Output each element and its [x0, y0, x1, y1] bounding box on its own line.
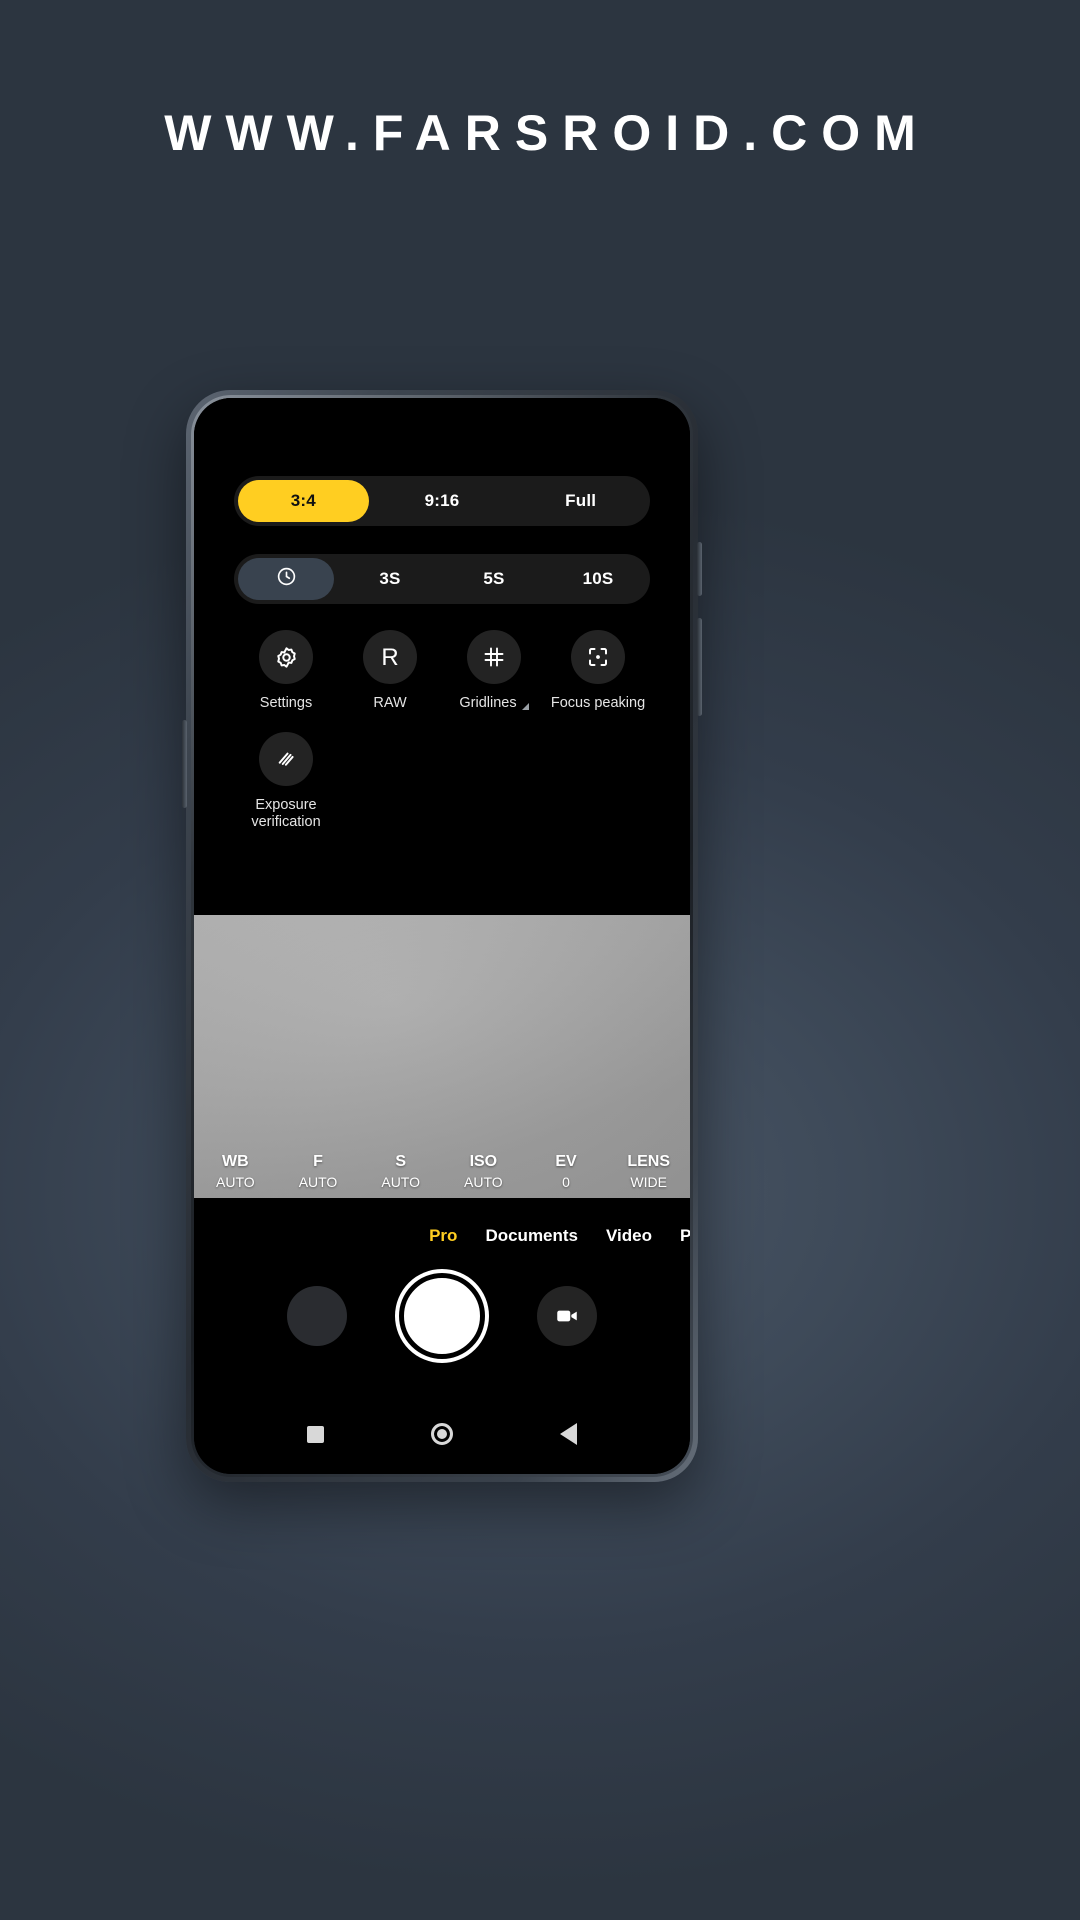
- page-root: WWW.FARSROID.COM 3:4 9:16 Full 3S 5S 10S…: [0, 0, 1080, 1920]
- volume-button-right[interactable]: [697, 618, 702, 716]
- pro-control-f-value: AUTO: [298, 1174, 338, 1190]
- back-triangle-icon[interactable]: [559, 1423, 577, 1445]
- timer-option-10s[interactable]: 10S: [550, 558, 646, 600]
- camera-options-panel: 3:4 9:16 Full 3S 5S 10S Settings R RAW G…: [194, 398, 690, 915]
- aspect-option-full[interactable]: Full: [515, 480, 646, 522]
- shutter-button[interactable]: [399, 1273, 485, 1359]
- pro-control-f-key: F: [313, 1153, 323, 1170]
- pro-control-ev-key: EV: [555, 1153, 577, 1170]
- toggle-raw-label: RAW: [373, 695, 407, 711]
- home-circle-icon[interactable]: [430, 1423, 453, 1445]
- raw-letter-icon: R: [363, 630, 417, 684]
- toggle-gridlines-label-row: Gridlines: [459, 695, 529, 712]
- grid-icon: [467, 630, 521, 684]
- pro-controls-strip: WB AUTO F AUTO S AUTO ISO AUTO EV 0 LENS…: [194, 1153, 690, 1190]
- bottom-control-bar: Pro Documents Video P: [194, 1198, 690, 1474]
- pro-control-lens[interactable]: LENS WIDE: [607, 1153, 690, 1190]
- video-record-button[interactable]: [537, 1286, 597, 1346]
- tab-pro[interactable]: Pro: [429, 1226, 457, 1246]
- toggle-gridlines[interactable]: Gridlines: [442, 630, 546, 712]
- pro-control-ev[interactable]: EV 0: [525, 1153, 608, 1190]
- timer-option-5s[interactable]: 5S: [446, 558, 542, 600]
- toggle-settings[interactable]: Settings: [234, 630, 338, 712]
- recents-square-icon[interactable]: [307, 1425, 325, 1443]
- pro-control-iso[interactable]: ISO AUTO: [442, 1153, 525, 1190]
- timer-option-off[interactable]: [238, 558, 334, 600]
- zebra-stripes-icon: [259, 732, 313, 786]
- gallery-thumbnail[interactable]: [287, 1286, 347, 1346]
- toggle-grid: Settings R RAW Gridlines Focus peaking E…: [234, 630, 650, 851]
- pro-control-lens-key: LENS: [627, 1153, 671, 1170]
- aspect-option-3-4[interactable]: 3:4: [238, 480, 369, 522]
- pro-control-wb-value: AUTO: [216, 1174, 255, 1190]
- tab-photo-partial[interactable]: P: [680, 1226, 690, 1246]
- pro-control-wb-key: WB: [222, 1153, 249, 1170]
- timer-option-3s[interactable]: 3S: [342, 558, 438, 600]
- camera-preview[interactable]: WB AUTO F AUTO S AUTO ISO AUTO EV 0 LENS…: [194, 915, 690, 1198]
- mode-tab-strip[interactable]: Pro Documents Video P: [194, 1216, 690, 1256]
- power-button-right[interactable]: [697, 542, 702, 596]
- pro-control-ev-value: 0: [562, 1174, 570, 1190]
- toggle-settings-label: Settings: [259, 695, 313, 711]
- pro-control-f[interactable]: F AUTO: [277, 1153, 360, 1190]
- chevron-corner-icon: [521, 703, 529, 710]
- toggle-gridlines-label: Gridlines: [459, 695, 517, 711]
- aspect-option-9-16[interactable]: 9:16: [377, 480, 508, 522]
- svg-text:R: R: [381, 644, 398, 671]
- android-nav-bar: [194, 1412, 690, 1456]
- watermark-text: WWW.FARSROID.COM: [164, 105, 930, 161]
- timer-selector[interactable]: 3S 5S 10S: [234, 554, 650, 604]
- focus-frame-icon: [571, 630, 625, 684]
- volume-button-left[interactable]: [182, 720, 187, 808]
- tab-documents[interactable]: Documents: [485, 1226, 578, 1246]
- toggle-exposure-verification[interactable]: Exposure verification: [234, 732, 338, 831]
- shutter-row: [194, 1273, 690, 1359]
- pro-control-s[interactable]: S AUTO: [359, 1153, 442, 1190]
- toggle-focus-peaking-label: Focus peaking: [550, 695, 646, 711]
- aspect-ratio-selector[interactable]: 3:4 9:16 Full: [234, 476, 650, 526]
- pro-control-lens-value: WIDE: [630, 1174, 667, 1190]
- pro-control-iso-value: AUTO: [464, 1174, 503, 1190]
- toggle-raw[interactable]: R RAW: [338, 630, 442, 712]
- toggle-exposure-verification-label: Exposure verification: [251, 797, 321, 830]
- pro-control-iso-key: ISO: [469, 1153, 498, 1170]
- phone-bezel: 3:4 9:16 Full 3S 5S 10S Settings R RAW G…: [191, 395, 693, 1477]
- video-camera-icon: [557, 1310, 577, 1322]
- pro-control-s-value: AUTO: [381, 1174, 420, 1190]
- clock-icon: [276, 566, 297, 592]
- phone-device-frame: 3:4 9:16 Full 3S 5S 10S Settings R RAW G…: [182, 390, 702, 1482]
- tab-video[interactable]: Video: [606, 1226, 652, 1246]
- pro-control-s-key: S: [395, 1153, 407, 1170]
- pro-control-wb[interactable]: WB AUTO: [194, 1153, 277, 1190]
- toggle-focus-peaking[interactable]: Focus peaking: [546, 630, 650, 712]
- phone-screen: 3:4 9:16 Full 3S 5S 10S Settings R RAW G…: [194, 398, 690, 1474]
- gear-icon: [259, 630, 313, 684]
